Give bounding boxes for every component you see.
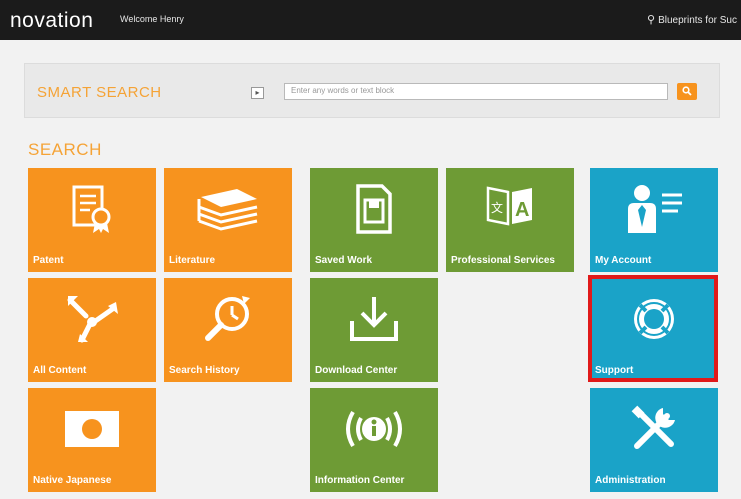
tools-icon bbox=[590, 396, 718, 462]
section-title-search: SEARCH bbox=[28, 140, 102, 159]
tile-label: My Account bbox=[595, 255, 652, 266]
tile-label: All Content bbox=[33, 365, 87, 376]
tile-label: Saved Work bbox=[315, 255, 373, 266]
tile-support[interactable]: Support bbox=[590, 278, 718, 382]
lifebuoy-icon bbox=[590, 286, 718, 352]
search-go-button[interactable] bbox=[677, 83, 697, 100]
tile-download-center[interactable]: Download Center bbox=[310, 278, 438, 382]
welcome-message: Welcome Henry bbox=[120, 14, 184, 24]
tile-label: Support bbox=[595, 365, 634, 376]
search-history-icon bbox=[164, 286, 292, 352]
search-options-toggle[interactable]: ▸ bbox=[251, 87, 264, 99]
tile-label: Search History bbox=[169, 365, 240, 376]
tile-saved-work[interactable]: Saved Work bbox=[310, 168, 438, 272]
svg-text:文: 文 bbox=[491, 200, 503, 215]
tile-label: Information Center bbox=[315, 475, 405, 486]
smart-search-input[interactable]: Enter any words or text block bbox=[284, 83, 668, 100]
tile-professional-services[interactable]: A 文 Professional Services bbox=[446, 168, 574, 272]
tile-my-account[interactable]: My Account bbox=[590, 168, 718, 272]
blueprints-link-label: Blueprints for Suc bbox=[658, 15, 737, 26]
smart-search-title: SMART SEARCH bbox=[37, 84, 162, 101]
floppy-document-icon bbox=[310, 176, 438, 242]
tile-label: Professional Services bbox=[451, 255, 555, 266]
translate-book-icon: A 文 bbox=[446, 172, 574, 238]
japan-flag-icon bbox=[28, 396, 156, 462]
tile-information-center[interactable]: Information Center bbox=[310, 388, 438, 492]
download-icon bbox=[310, 286, 438, 352]
merge-arrows-icon bbox=[28, 286, 156, 352]
tile-administration[interactable]: Administration bbox=[590, 388, 718, 492]
smart-search-panel: SMART SEARCH ▸ Enter any words or text b… bbox=[24, 63, 720, 118]
info-broadcast-icon bbox=[310, 396, 438, 462]
tile-literature[interactable]: Literature bbox=[164, 168, 292, 272]
blueprints-link[interactable]: ⚲ Blueprints for Suc bbox=[647, 13, 737, 26]
tile-native-japanese[interactable]: Native Japanese bbox=[28, 388, 156, 492]
tile-all-content[interactable]: All Content bbox=[28, 278, 156, 382]
books-stack-icon bbox=[164, 176, 292, 242]
brand-logo: novation bbox=[10, 9, 94, 32]
user-profile-icon bbox=[590, 176, 718, 242]
top-bar: novation Welcome Henry ⚲ Blueprints for S… bbox=[0, 0, 741, 40]
lightbulb-icon: ⚲ bbox=[647, 14, 656, 26]
tile-label: Literature bbox=[169, 255, 216, 266]
svg-text:A: A bbox=[515, 199, 529, 221]
tile-label: Native Japanese bbox=[33, 475, 112, 486]
certificate-icon bbox=[28, 176, 156, 242]
tile-patent[interactable]: Patent bbox=[28, 168, 156, 272]
tile-label: Download Center bbox=[315, 365, 398, 376]
tile-label: Administration bbox=[595, 475, 666, 486]
search-icon bbox=[682, 86, 692, 96]
tile-search-history[interactable]: Search History bbox=[164, 278, 292, 382]
tile-label: Patent bbox=[33, 255, 64, 266]
